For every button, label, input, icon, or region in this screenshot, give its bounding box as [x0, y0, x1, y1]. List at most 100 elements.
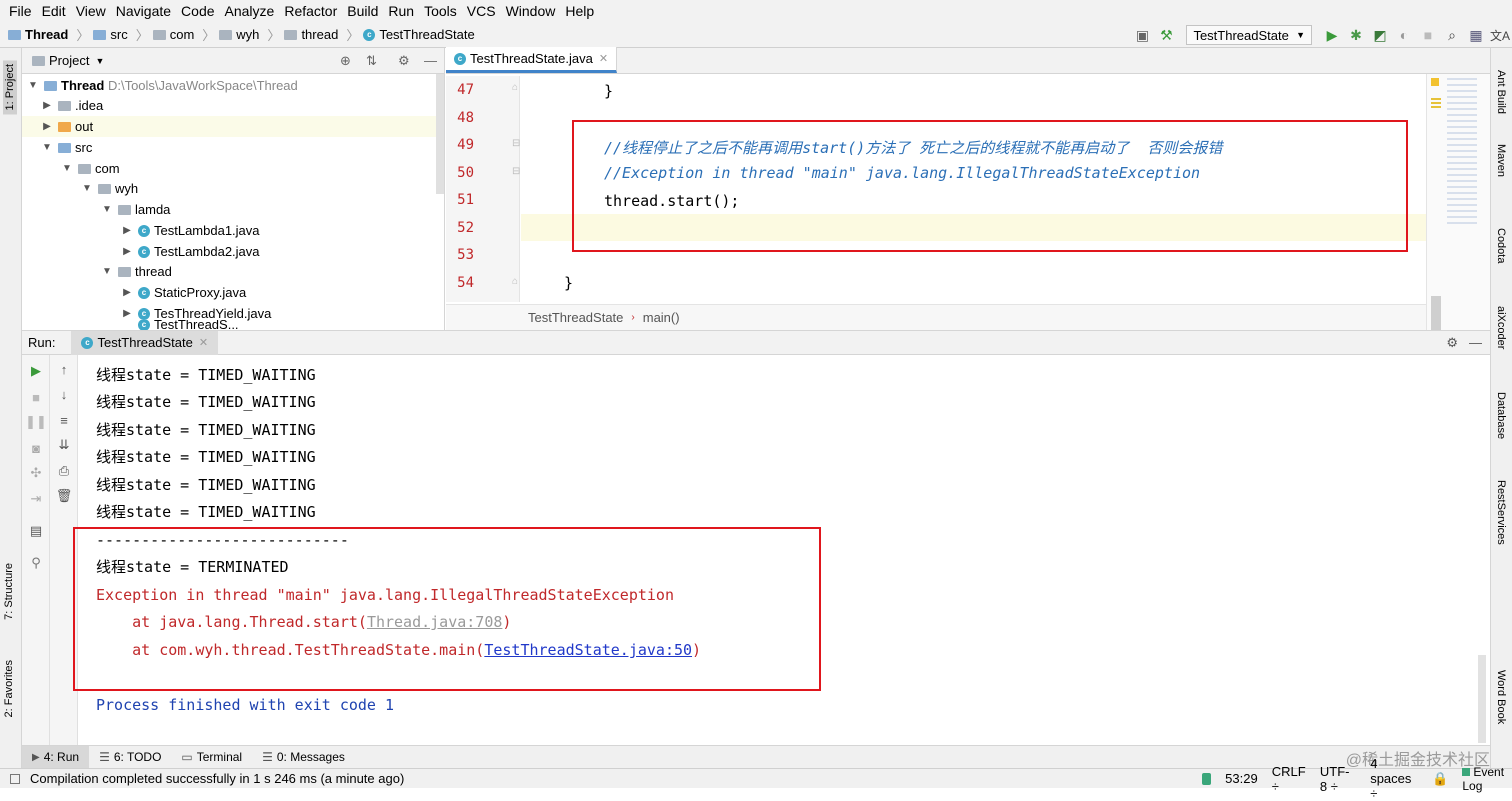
crumb-class[interactable]: TestThreadState	[528, 310, 623, 325]
camera-icon[interactable]: ◙	[28, 440, 44, 456]
tab-restservices[interactable]: RestServices	[1495, 480, 1507, 545]
fold-icon[interactable]: ⌂	[512, 276, 518, 287]
tab-aixcoder[interactable]: aiXcoder	[1495, 306, 1507, 349]
pause-icon[interactable]: ❚❚	[25, 414, 47, 430]
menu-window[interactable]: Window	[501, 0, 561, 22]
lock-icon[interactable]: 🔒	[1432, 771, 1448, 787]
build-hammer-icon[interactable]: ⚒	[1154, 25, 1178, 45]
tab-todo[interactable]: ☰ 6: TODO	[89, 746, 171, 769]
status-icon[interactable]	[10, 773, 20, 784]
file-encoding[interactable]: UTF-8 ÷	[1320, 764, 1356, 794]
menu-edit[interactable]: Edit	[37, 0, 71, 22]
scrollbar-thumb[interactable]	[1431, 296, 1441, 330]
code-minimap[interactable]	[1426, 74, 1490, 330]
stop-icon[interactable]: ■	[28, 389, 44, 405]
tab-testthreadstate-java[interactable]: c TestThreadState.java ✕	[446, 47, 618, 73]
scroll-to-end-icon[interactable]: ⇊	[56, 437, 72, 453]
tab-database[interactable]: Database	[1495, 392, 1507, 439]
exit-icon[interactable]: ⇥	[28, 491, 44, 507]
chevron-down-icon[interactable]: ▼	[95, 56, 104, 66]
tree-item-testlambda1[interactable]: ▶ c TestLambda1.java	[120, 220, 259, 241]
tree-item-com[interactable]: ▼ com	[60, 158, 120, 179]
coverage-icon[interactable]: ◩	[1368, 25, 1392, 45]
project-structure-icon[interactable]: ▦	[1464, 25, 1488, 45]
fold-icon[interactable]: ⊟	[512, 166, 520, 177]
menu-tools[interactable]: Tools	[419, 0, 462, 22]
tree-item-staticproxy[interactable]: ▶ c StaticProxy.java	[120, 282, 246, 303]
menu-refactor[interactable]: Refactor	[279, 0, 342, 22]
menu-analyze[interactable]: Analyze	[220, 0, 280, 22]
run-icon[interactable]: ▶	[1320, 25, 1344, 45]
fold-icon[interactable]: ⌂	[512, 82, 518, 93]
tree-item-wyh[interactable]: ▼ wyh	[80, 178, 138, 199]
close-icon[interactable]: ✕	[599, 52, 608, 65]
project-view-select[interactable]: Project	[49, 53, 89, 68]
run-configuration-select[interactable]: TestThreadState ▼	[1186, 25, 1312, 45]
crumb-method[interactable]: main()	[643, 310, 680, 325]
print-icon[interactable]: ⎙	[56, 463, 72, 479]
tree-item-out[interactable]: ▶ out	[22, 116, 436, 137]
menu-file[interactable]: File	[4, 0, 37, 22]
breadcrumb-thread[interactable]: Thread	[8, 27, 68, 42]
arrow-down-icon[interactable]: ↓	[56, 386, 72, 402]
breadcrumb-com[interactable]: 〉 com	[132, 25, 195, 44]
debug-icon[interactable]: ✱	[1344, 25, 1368, 45]
menu-build[interactable]: Build	[342, 0, 383, 22]
hide-icon[interactable]: —	[424, 53, 437, 68]
tab-terminal[interactable]: ▭ Terminal	[171, 746, 252, 769]
tab-project[interactable]: 1: Project	[3, 60, 17, 115]
arrow-up-icon[interactable]: ↑	[56, 361, 72, 377]
git-icon[interactable]	[1202, 772, 1212, 785]
search-icon[interactable]: ⌕	[1440, 25, 1464, 45]
warning-icon[interactable]	[1431, 78, 1439, 86]
menu-vcs[interactable]: VCS	[462, 0, 501, 22]
code-line[interactable]: }	[564, 274, 573, 292]
collapse-icon[interactable]: ⇅	[366, 53, 377, 69]
locate-icon[interactable]: ⊕	[340, 53, 351, 69]
code-line[interactable]: }	[604, 82, 613, 100]
terminal-icon[interactable]: ▣	[1130, 25, 1154, 45]
menu-view[interactable]: View	[71, 0, 111, 22]
pin-icon[interactable]: ⚲	[28, 555, 44, 571]
tab-codota[interactable]: Codota	[1495, 228, 1507, 263]
tree-item-src[interactable]: ▼ src	[40, 137, 92, 158]
close-icon[interactable]: ✕	[199, 336, 208, 349]
event-log-button[interactable]: Event Log	[1462, 765, 1512, 793]
tree-item-testlambda2[interactable]: ▶ c TestLambda2.java	[120, 241, 259, 262]
breadcrumb-thread-package[interactable]: 〉 thread	[263, 25, 338, 44]
caret-position[interactable]: 53:29	[1225, 771, 1258, 786]
tab-messages[interactable]: ☰ 0: Messages	[252, 746, 355, 769]
tab-run-testthreadstate[interactable]: c TestThreadState ✕	[71, 330, 219, 355]
tab-favorites[interactable]: 2: Favorites	[3, 660, 15, 717]
stop-icon[interactable]: ■	[1416, 25, 1440, 45]
rerun-icon[interactable]: ▶	[28, 363, 44, 379]
tab-structure[interactable]: 7: Structure	[3, 563, 15, 620]
breadcrumb-wyh[interactable]: 〉 wyh	[198, 25, 259, 44]
gear-icon[interactable]: ⚙	[398, 53, 410, 69]
breadcrumb-src[interactable]: 〉 src	[72, 25, 127, 44]
tab-run[interactable]: ▶ 4: Run	[22, 745, 90, 769]
tree-item-thread[interactable]: ▼ thread	[100, 261, 172, 282]
fold-icon[interactable]: ⊟	[512, 138, 520, 149]
menu-run[interactable]: Run	[383, 0, 419, 22]
menu-code[interactable]: Code	[176, 0, 219, 22]
hide-icon[interactable]: —	[1469, 335, 1482, 350]
gear-icon[interactable]: ✣	[28, 465, 44, 481]
profile-icon[interactable]: ◐	[1392, 25, 1416, 45]
soft-wrap-icon[interactable]: ≡	[56, 412, 72, 428]
layout-icon[interactable]: ▤	[28, 523, 44, 539]
translate-icon[interactable]: 文A	[1488, 25, 1512, 45]
indent-setting[interactable]: 4 spaces ÷	[1370, 756, 1418, 801]
tree-item-partial[interactable]: c TestThreadS...	[120, 320, 239, 330]
line-separator[interactable]: CRLF ÷	[1272, 764, 1306, 794]
tab-ant-build[interactable]: Ant Build	[1495, 70, 1507, 114]
scrollbar[interactable]	[436, 74, 444, 194]
tree-item-lamda[interactable]: ▼ lamda	[100, 199, 170, 220]
menu-navigate[interactable]: Navigate	[111, 0, 176, 22]
tab-maven[interactable]: Maven	[1495, 144, 1507, 177]
gear-icon[interactable]: ⚙	[1446, 335, 1458, 351]
tree-item-idea[interactable]: ▶ .idea	[40, 95, 103, 116]
tab-word-book[interactable]: Word Book	[1495, 670, 1507, 724]
tree-root[interactable]: ▼ Thread D:\Tools\JavaWorkSpace\Thread	[26, 75, 298, 96]
menu-help[interactable]: Help	[560, 0, 599, 22]
